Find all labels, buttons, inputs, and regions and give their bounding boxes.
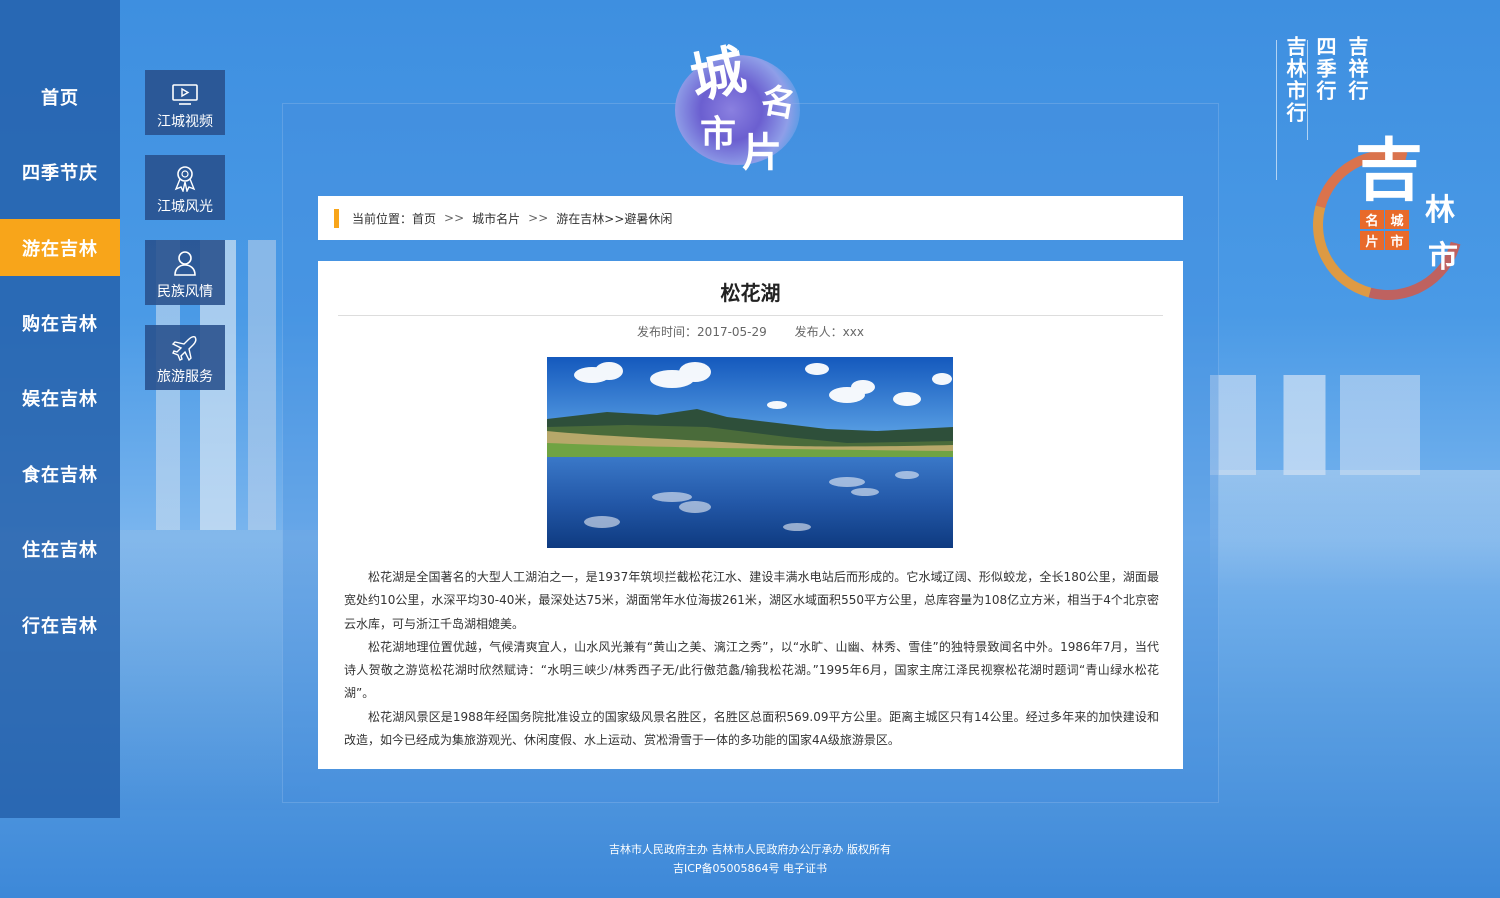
- sub-nav-label: 民族风情: [157, 284, 213, 300]
- footer-icp[interactable]: 吉ICP备05005864号 电子证书: [0, 859, 1500, 878]
- article-paragraph: 松花湖是全国著名的大型人工湖泊之一，是1937年筑坝拦截松花江水、建设丰满水电站…: [344, 570, 1159, 631]
- right-water-reflection: [1210, 470, 1500, 590]
- breadcrumb: 当前位置： 首页 >> 城市名片 >> 游在吉林>>避暑休闲: [318, 196, 1183, 240]
- nav-item-food[interactable]: 食在吉林: [0, 445, 120, 502]
- breadcrumb-link-current[interactable]: 游在吉林>>避暑休闲: [556, 210, 672, 227]
- sub-nav-service[interactable]: 旅游服务: [145, 325, 225, 390]
- badge-column: 四季行: [1313, 36, 1337, 102]
- badge-seal: 名: [1360, 210, 1384, 229]
- lake-photo: [547, 357, 953, 548]
- right-city-skyline: [1210, 375, 1420, 475]
- sub-nav-scenery[interactable]: 江城风光: [145, 155, 225, 220]
- badge-divider: [1307, 40, 1308, 140]
- breadcrumb-accent: [334, 208, 339, 228]
- badge-seal: 城: [1385, 210, 1409, 229]
- logo-char: 片: [742, 129, 782, 176]
- award-ribbon-icon: [174, 166, 196, 192]
- sub-nav-label: 江城风光: [157, 199, 213, 215]
- article-paragraph: 松花湖地理位置优越，气候清爽宜人，山水风光兼有“黄山之美、漓江之秀”，以“水旷、…: [344, 639, 1159, 701]
- badge-small-char: 市: [1428, 240, 1458, 275]
- badge-big-char: 吉: [1355, 131, 1424, 211]
- sub-nav-label: 旅游服务: [157, 369, 213, 385]
- footer: 吉林市人民政府主办 吉林市人民政府办公厅承办 版权所有 吉ICP备0500586…: [0, 840, 1500, 878]
- article-card: 松花湖 发布时间：2017-05-29 发布人：xxx 松花湖是全国著名的大型人…: [318, 261, 1183, 769]
- publish-time: 发布时间：2017-05-29: [637, 325, 767, 339]
- breadcrumb-link-city-card[interactable]: 城市名片: [472, 210, 520, 227]
- monitor-icon: [172, 84, 198, 105]
- badge-column: 吉林市行: [1283, 36, 1307, 124]
- logo-char: 市: [700, 113, 737, 155]
- badge-column: 吉祥行: [1345, 36, 1369, 102]
- sub-nav-video[interactable]: 江城视频: [145, 70, 225, 135]
- person-icon: [174, 251, 196, 276]
- breadcrumb-separator: >>: [528, 211, 549, 225]
- article-title: 松花湖: [720, 281, 781, 305]
- nav-item-lodging[interactable]: 住在吉林: [0, 520, 120, 577]
- badge-seal: 市: [1385, 231, 1409, 250]
- breadcrumb-prefix: 当前位置：: [352, 211, 413, 226]
- article-meta: 发布时间：2017-05-29 发布人：xxx: [318, 323, 1183, 340]
- badge-seal: 片: [1360, 231, 1384, 250]
- nav-item-travel[interactable]: 行在吉林: [0, 596, 120, 653]
- article-body: 松花湖是全国著名的大型人工湖泊之一，是1937年筑坝拦截松花江水、建设丰满水电站…: [344, 566, 1159, 752]
- badge-small-char: 林: [1425, 193, 1455, 228]
- nav-item-tour[interactable]: 游在吉林: [0, 219, 120, 276]
- sub-nav-ethnic[interactable]: 民族风情: [145, 240, 225, 305]
- nav-item-shopping[interactable]: 购在吉林: [0, 294, 120, 351]
- article-paragraph: 松花湖风景区是1988年经国务院批准设立的国家级风景名胜区，名胜区总面积569.…: [344, 709, 1159, 748]
- title-divider: [338, 315, 1163, 316]
- airplane-icon: [171, 336, 197, 362]
- breadcrumb-separator: >>: [444, 211, 465, 225]
- badge-divider: [1276, 40, 1277, 180]
- sub-nav-label: 江城视频: [157, 114, 213, 130]
- publisher: 发布人：xxx: [794, 325, 864, 339]
- main-nav: 首页 四季节庆 游在吉林 购在吉林 娱在吉林 食在吉林 住在吉林 行在吉林: [0, 0, 120, 818]
- nav-item-home[interactable]: 首页: [0, 68, 120, 125]
- nav-item-festivals[interactable]: 四季节庆: [0, 143, 120, 200]
- footer-sponsors: 吉林市人民政府主办 吉林市人民政府办公厅承办 版权所有: [609, 843, 891, 856]
- breadcrumb-link-home[interactable]: 首页: [412, 210, 436, 227]
- nav-item-entertainment[interactable]: 娱在吉林: [0, 369, 120, 426]
